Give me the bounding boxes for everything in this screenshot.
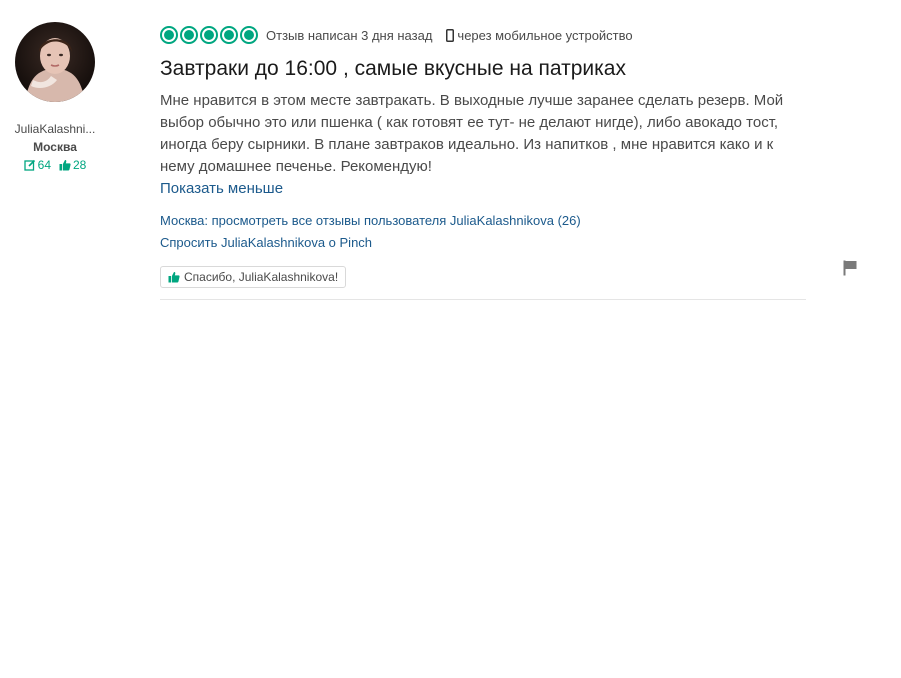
review-card: JuliaKalashni... Москва 64 28 Отзыв напи… [0, 0, 901, 678]
review-divider [160, 299, 806, 300]
avatar[interactable] [15, 22, 95, 102]
thanks-button-label: Спасибо, JuliaKalashnikova! [184, 270, 339, 284]
device-text: через мобильное устройство [457, 27, 633, 43]
reviewer-location: Москва [33, 140, 77, 154]
review-date: Отзыв написан 3 дня назад [266, 27, 433, 43]
rating-bubble [220, 26, 238, 44]
pencil-edit-icon [23, 159, 35, 171]
rating-bubble [240, 26, 258, 44]
rating-bubble [180, 26, 198, 44]
reviewer-username[interactable]: JuliaKalashni... [0, 122, 110, 136]
review-title[interactable]: Завтраки до 16:00 , самые вкусные на пат… [160, 56, 806, 82]
rating-bubble [160, 26, 178, 44]
thumbs-up-icon [59, 159, 71, 171]
review-count: 64 [37, 158, 51, 172]
rating-bubbles [160, 26, 258, 44]
flag-icon [843, 260, 857, 276]
mobile-phone-icon [446, 28, 455, 42]
ask-reviewer-link[interactable]: Спросить JuliaKalashnikova о Pinch [160, 234, 806, 252]
helpful-votes-stat[interactable]: 28 [59, 158, 86, 172]
reviewer-profile: JuliaKalashni... Москва 64 28 [0, 22, 110, 172]
review-content: Отзыв написан 3 дня назад через мобильно… [160, 24, 806, 300]
show-less-link[interactable]: Показать меньше [160, 179, 806, 199]
thanks-button[interactable]: Спасибо, JuliaKalashnikova! [160, 266, 347, 288]
all-reviews-link[interactable]: Москва: просмотреть все отзывы пользоват… [160, 212, 806, 230]
mobile-device-label: через мобильное устройство [446, 27, 633, 43]
avatar-image [15, 22, 95, 102]
report-flag-button[interactable] [843, 260, 857, 281]
review-body: Мне нравится в этом месте завтракать. В … [160, 92, 784, 175]
reviewer-stats: 64 28 [0, 158, 110, 172]
review-meta: Отзыв написан 3 дня назад через мобильно… [160, 24, 806, 46]
helpful-votes: 28 [73, 158, 87, 172]
thumbs-up-icon [168, 271, 180, 283]
rating-bubble [200, 26, 218, 44]
review-count-stat[interactable]: 64 [23, 158, 51, 172]
